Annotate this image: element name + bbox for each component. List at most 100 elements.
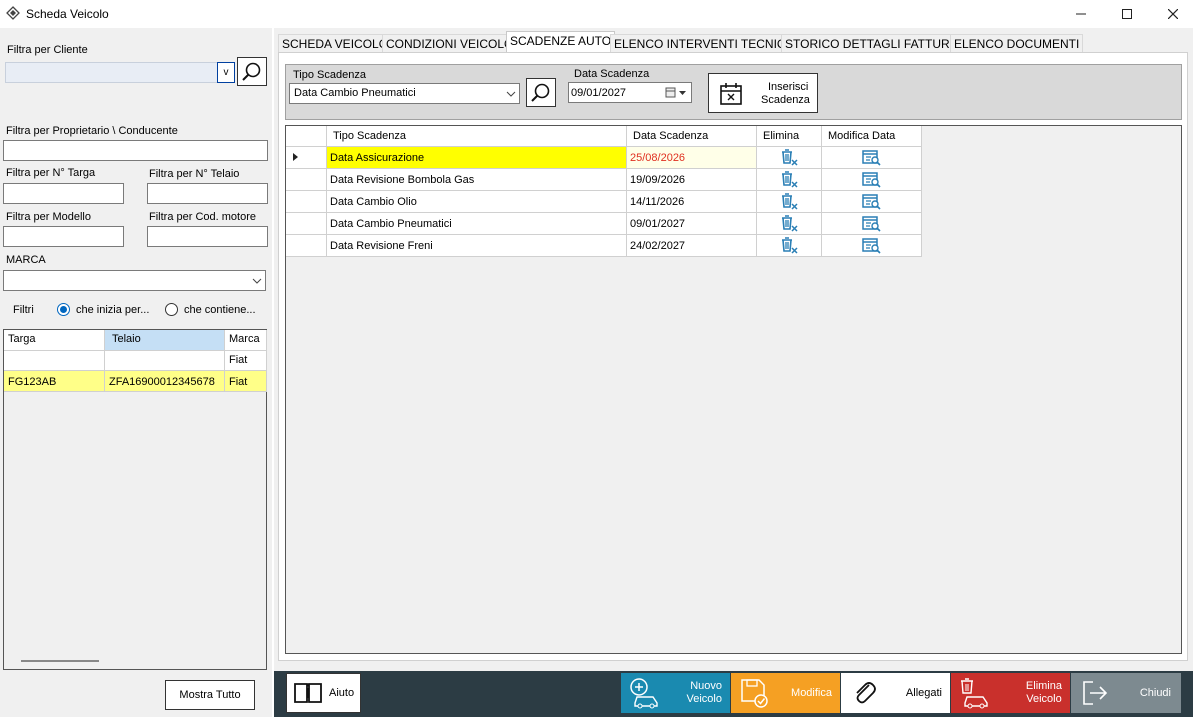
minimize-button[interactable] <box>1058 0 1104 28</box>
inserisci-scadenza-button[interactable]: Inserisci Scadenza <box>708 73 818 113</box>
grid-header-targa[interactable]: Targa <box>4 330 105 351</box>
delete-row-icon[interactable] <box>779 237 799 255</box>
maximize-button[interactable] <box>1104 0 1150 28</box>
nuovo-label-1: Nuovo <box>690 680 722 692</box>
aiuto-label: Aiuto <box>329 687 355 699</box>
row-indicator[interactable] <box>286 235 327 257</box>
row-modifica-cell[interactable] <box>822 213 922 235</box>
help-book-icon <box>294 683 322 703</box>
tipo-scadenza-label: Tipo Scadenza <box>293 69 366 81</box>
tab-scadenze-auto[interactable]: SCADENZE AUTO <box>506 31 616 52</box>
row-data-scadenza[interactable]: 14/11/2026 <box>627 191 757 213</box>
grid-cell-targa[interactable]: FG123AB <box>4 371 105 392</box>
tab-condizioni-veicolo[interactable]: CONDIZIONI VEICOLO <box>382 34 518 52</box>
elimina-label-2: Veicolo <box>1026 693 1062 705</box>
exit-icon <box>1083 681 1108 705</box>
grid-header-marca[interactable]: Marca <box>225 330 267 351</box>
chevron-down-icon <box>252 278 262 284</box>
row-modifica-cell[interactable] <box>822 147 922 169</box>
row-indicator[interactable] <box>286 169 327 191</box>
marca-select[interactable] <box>3 270 266 291</box>
tab-scheda-veicolo[interactable]: SCHEDA VEICOLO <box>278 34 393 52</box>
row-tipo-scadenza[interactable]: Data Cambio Pneumatici <box>327 213 627 235</box>
vehicle-grid: Targa Telaio Marca Fiat FG123AB ZFA16900… <box>3 329 267 670</box>
header-modifica-data[interactable]: Modifica Data <box>822 126 922 147</box>
row-modifica-cell[interactable] <box>822 169 922 191</box>
modifica-label: Modifica <box>791 687 832 699</box>
mostra-tutto-button[interactable]: Mostra Tutto <box>165 680 255 710</box>
tab-storico-fatture[interactable]: STORICO DETTAGLI FATTURE <box>781 34 962 52</box>
inserisci-label-1: Inserisci <box>768 81 809 93</box>
header-tipo-scadenza[interactable]: Tipo Scadenza <box>327 126 627 147</box>
row-indicator[interactable] <box>286 191 327 213</box>
grid-cell-telaio[interactable]: ZFA16900012345678 <box>105 371 225 392</box>
row-modifica-cell[interactable] <box>822 235 922 257</box>
add-car-icon <box>630 678 658 709</box>
row-tipo-scadenza[interactable]: Data Assicurazione <box>327 147 627 169</box>
grid-cell-marca[interactable]: Fiat <box>225 371 267 392</box>
telaio-input[interactable] <box>147 183 268 204</box>
radio-inizia[interactable] <box>57 303 70 316</box>
row-tipo-scadenza[interactable]: Data Revisione Bombola Gas <box>327 169 627 191</box>
tab-elenco-interventi[interactable]: ELENCO INTERVENTI TECNICI <box>610 34 793 52</box>
grid-filter-marca[interactable]: Fiat <box>225 351 267 371</box>
cliente-dropdown-button[interactable]: v <box>217 62 235 83</box>
tipo-search-button[interactable] <box>526 78 556 107</box>
cliente-combo[interactable] <box>5 62 219 83</box>
row-indicator[interactable] <box>286 213 327 235</box>
header-elimina[interactable]: Elimina <box>757 126 822 147</box>
marca-label: MARCA <box>6 254 46 266</box>
close-button[interactable] <box>1150 0 1193 28</box>
row-elimina-cell[interactable] <box>757 235 822 257</box>
elimina-veicolo-button[interactable]: Elimina Veicolo <box>951 673 1070 713</box>
app-icon <box>6 6 20 20</box>
cliente-search-button[interactable] <box>237 57 267 86</box>
edit-date-icon[interactable] <box>861 171 882 189</box>
row-elimina-cell[interactable] <box>757 169 822 191</box>
chiudi-button[interactable]: Chiudi <box>1071 673 1181 713</box>
search-icon <box>531 83 550 102</box>
targa-input[interactable] <box>3 183 124 204</box>
aiuto-button[interactable]: Aiuto <box>286 673 361 713</box>
row-modifica-cell[interactable] <box>822 191 922 213</box>
calendar-dropdown-icon[interactable] <box>665 87 689 99</box>
data-scadenza-picker[interactable]: 09/01/2027 <box>568 82 692 103</box>
delete-row-icon[interactable] <box>779 149 799 167</box>
row-data-scadenza[interactable]: 19/09/2026 <box>627 169 757 191</box>
save-edit-icon <box>741 679 768 708</box>
row-tipo-scadenza[interactable]: Data Revisione Freni <box>327 235 627 257</box>
grid-header-telaio[interactable]: Telaio <box>105 330 225 351</box>
tab-elenco-documenti[interactable]: ELENCO DOCUMENTI <box>950 34 1084 52</box>
calendar-add-icon <box>720 83 742 105</box>
data-scadenza-label: Data Scadenza <box>574 68 650 80</box>
grid-filter-telaio[interactable] <box>105 351 225 371</box>
row-tipo-scadenza[interactable]: Data Cambio Olio <box>327 191 627 213</box>
delete-row-icon[interactable] <box>779 215 799 233</box>
edit-date-icon[interactable] <box>861 237 882 255</box>
modifica-button[interactable]: Modifica <box>731 673 840 713</box>
row-data-scadenza[interactable]: 25/08/2026 <box>627 147 757 169</box>
row-elimina-cell[interactable] <box>757 213 822 235</box>
tipo-scadenza-select[interactable]: Data Cambio Pneumatici <box>289 83 520 104</box>
nuovo-veicolo-button[interactable]: Nuovo Veicolo <box>621 673 730 713</box>
scadenze-grid: Tipo Scadenza Data Scadenza Elimina Modi… <box>285 125 1182 654</box>
edit-date-icon[interactable] <box>861 215 882 233</box>
delete-row-icon[interactable] <box>779 193 799 211</box>
row-data-scadenza[interactable]: 24/02/2027 <box>627 235 757 257</box>
horizontal-scrollbar[interactable] <box>21 660 99 662</box>
edit-date-icon[interactable] <box>861 149 882 167</box>
delete-row-icon[interactable] <box>779 171 799 189</box>
grid-filter-targa[interactable] <box>4 351 105 371</box>
allegati-button[interactable]: Allegati <box>841 673 950 713</box>
motore-input[interactable] <box>147 226 268 247</box>
edit-date-icon[interactable] <box>861 193 882 211</box>
proprietario-input[interactable] <box>3 140 268 161</box>
chiudi-label: Chiudi <box>1139 687 1171 699</box>
header-data-scadenza[interactable]: Data Scadenza <box>627 126 757 147</box>
row-elimina-cell[interactable] <box>757 191 822 213</box>
modello-input[interactable] <box>3 226 124 247</box>
row-indicator[interactable] <box>286 147 327 169</box>
row-data-scadenza[interactable]: 09/01/2027 <box>627 213 757 235</box>
radio-contiene[interactable] <box>165 303 178 316</box>
row-elimina-cell[interactable] <box>757 147 822 169</box>
